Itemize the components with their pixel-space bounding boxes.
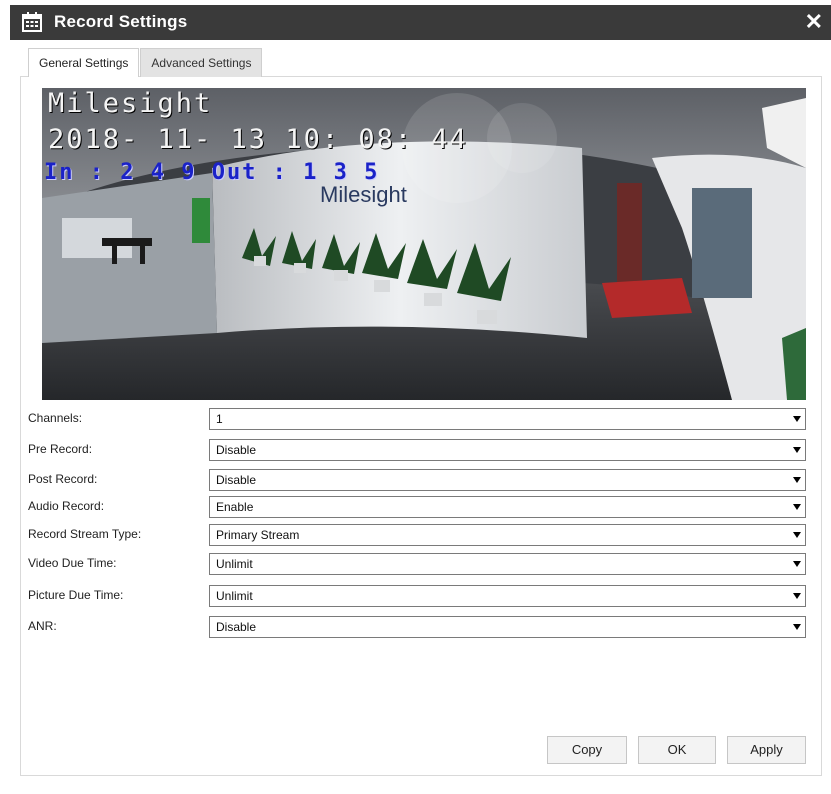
record-stream-type-select[interactable]: Primary Stream <box>209 524 806 546</box>
form-row-post-record: Post Record: Disable <box>28 469 808 491</box>
tab-advanced-settings[interactable]: Advanced Settings <box>140 48 263 77</box>
form-row-record-stream-type: Record Stream Type: Primary Stream <box>28 524 808 546</box>
audio-record-label: Audio Record: <box>28 499 105 513</box>
dropdown-arrow-icon <box>793 593 801 599</box>
dropdown-arrow-icon <box>793 447 801 453</box>
tab-bar: General Settings Advanced Settings <box>28 48 263 77</box>
audio-record-select[interactable]: Enable <box>209 496 806 518</box>
osd-brand-text: Milesight <box>48 88 213 119</box>
form-row-audio-record: Audio Record: Enable <box>28 496 808 518</box>
form-row-video-due-time: Video Due Time: Unlimit <box>28 553 808 575</box>
apply-button[interactable]: Apply <box>727 736 806 764</box>
post-record-select[interactable]: Disable <box>209 469 806 491</box>
dropdown-arrow-icon <box>793 416 801 422</box>
pre-record-label: Pre Record: <box>28 442 93 456</box>
dialog-title: Record Settings <box>54 12 188 31</box>
picture-due-time-label: Picture Due Time: <box>28 588 124 602</box>
close-button[interactable]: ✕ <box>805 9 823 35</box>
anr-label: ANR: <box>28 619 57 633</box>
dropdown-arrow-icon <box>793 477 801 483</box>
form-row-anr: ANR: Disable <box>28 616 808 638</box>
calendar-icon <box>22 12 42 32</box>
ok-button[interactable]: OK <box>638 736 716 764</box>
form-row-picture-due-time: Picture Due Time: Unlimit <box>28 585 808 607</box>
title-bar: Record Settings ✕ <box>10 5 831 40</box>
dropdown-arrow-icon <box>793 504 801 510</box>
dropdown-arrow-icon <box>793 532 801 538</box>
dropdown-arrow-icon <box>793 561 801 567</box>
anr-select[interactable]: Disable <box>209 616 806 638</box>
form-row-channels: Channels: 1 <box>28 408 808 430</box>
tab-general-settings[interactable]: General Settings <box>28 48 140 77</box>
picture-due-time-select[interactable]: Unlimit <box>209 585 806 607</box>
dropdown-arrow-icon <box>793 624 801 630</box>
record-stream-type-label: Record Stream Type: <box>28 527 142 541</box>
form-row-pre-record: Pre Record: Disable <box>28 439 808 461</box>
record-settings-dialog: Record Settings ✕ General Settings Advan… <box>0 0 831 794</box>
camera-preview: Milesight 2018- 11- 13 10: 08: 44 In : 2… <box>42 88 806 400</box>
channels-label: Channels: <box>28 411 83 425</box>
channels-select[interactable]: 1 <box>209 408 806 430</box>
copy-button[interactable]: Copy <box>547 736 627 764</box>
post-record-label: Post Record: <box>28 472 98 486</box>
pre-record-select[interactable]: Disable <box>209 439 806 461</box>
video-due-time-label: Video Due Time: <box>28 556 117 570</box>
video-due-time-select[interactable]: Unlimit <box>209 553 806 575</box>
wall-logo: Milesight <box>320 182 407 207</box>
osd-timestamp: 2018- 11- 13 10: 08: 44 <box>48 124 468 155</box>
